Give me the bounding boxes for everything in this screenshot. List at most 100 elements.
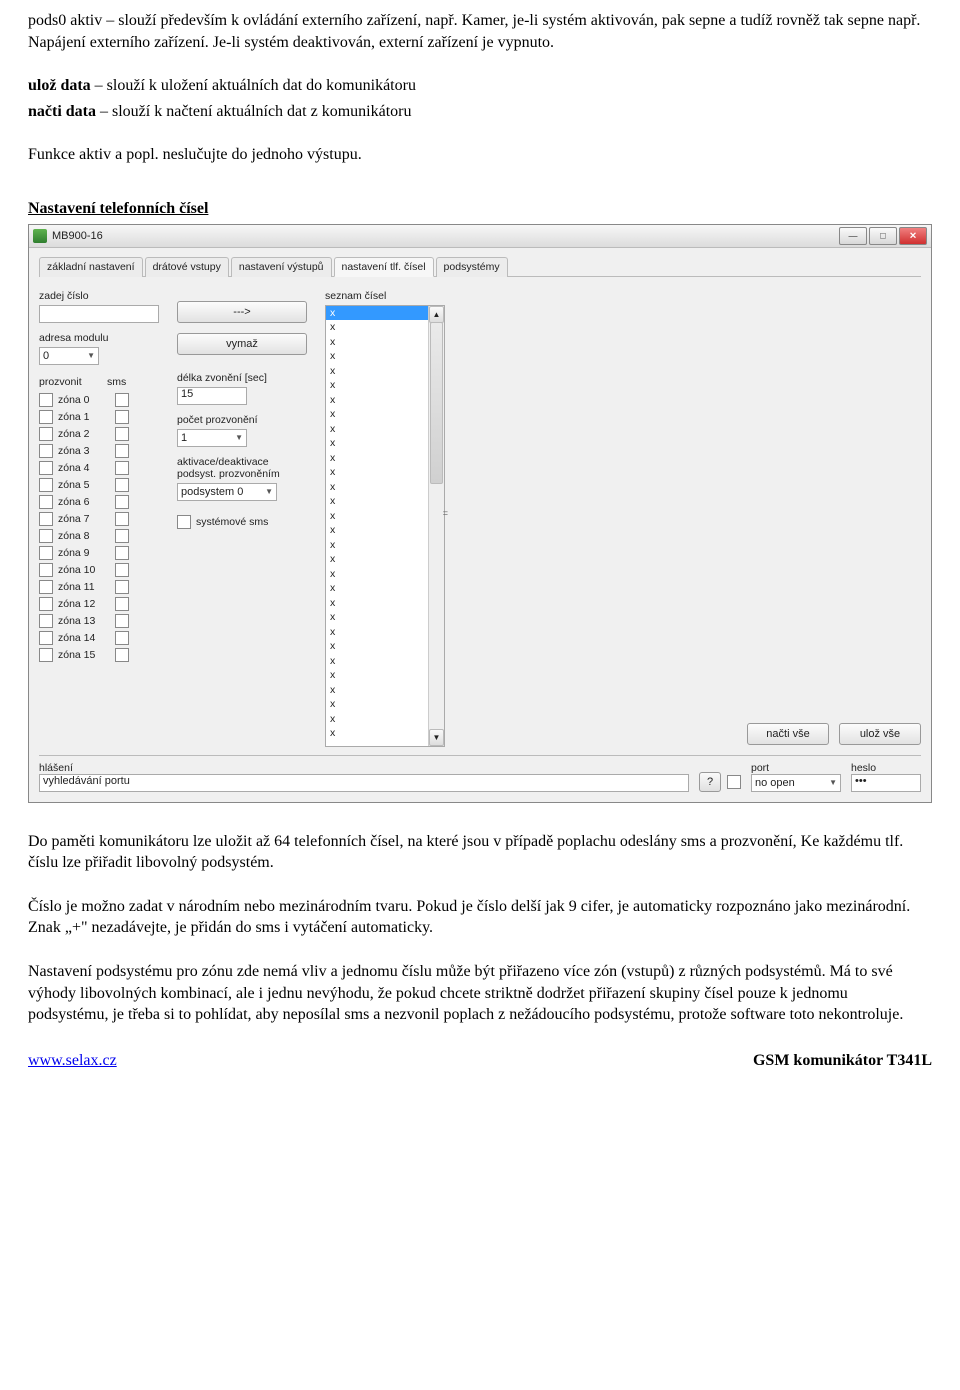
checkbox-sms[interactable]	[115, 495, 129, 509]
tab-tlf-cisel[interactable]: nastavení tlf. čísel	[334, 257, 434, 277]
list-item[interactable]: x	[326, 436, 444, 451]
footer-link-selax[interactable]: www.selax.cz	[28, 1052, 117, 1070]
checkbox-prozvonit[interactable]	[39, 393, 53, 407]
checkbox-prozvonit[interactable]	[39, 597, 53, 611]
zone-label: zóna 6	[58, 496, 110, 508]
checkbox-sms[interactable]	[115, 529, 129, 543]
scroll-up-button[interactable]: ▲	[429, 306, 444, 323]
zone-row: zóna 9	[39, 545, 159, 561]
checkbox-sms[interactable]	[115, 597, 129, 611]
add-number-button[interactable]: --->	[177, 301, 307, 323]
checkbox-sms[interactable]	[115, 427, 129, 441]
list-item[interactable]: x	[326, 712, 444, 727]
checkbox-sms[interactable]	[115, 546, 129, 560]
list-item[interactable]: x	[326, 451, 444, 466]
select-podsystem[interactable]: podsystem 0▼	[177, 483, 277, 501]
list-item[interactable]: x	[326, 683, 444, 698]
checkbox-sms[interactable]	[115, 444, 129, 458]
zone-row: zóna 8	[39, 528, 159, 544]
help-button[interactable]: ?	[699, 772, 721, 792]
list-item[interactable]: x	[326, 596, 444, 611]
minimize-button[interactable]: —	[839, 227, 867, 245]
checkbox-prozvonit[interactable]	[39, 478, 53, 492]
input-heslo[interactable]: •••	[851, 774, 921, 792]
checkbox-sms[interactable]	[115, 461, 129, 475]
list-item[interactable]: x	[326, 639, 444, 654]
checkbox-sms[interactable]	[115, 512, 129, 526]
zone-label: zóna 8	[58, 530, 110, 542]
select-adresa-modulu[interactable]: 0▼	[39, 347, 99, 365]
list-item[interactable]: x	[326, 523, 444, 538]
list-item[interactable]: x	[326, 581, 444, 596]
checkbox-sms[interactable]	[115, 614, 129, 628]
tab-podsystemy[interactable]: podsystémy	[436, 257, 508, 277]
checkbox-prozvonit[interactable]	[39, 410, 53, 424]
select-pocet-prozvoneni[interactable]: 1▼	[177, 429, 247, 447]
checkbox-prozvonit[interactable]	[39, 512, 53, 526]
list-item[interactable]: x	[326, 465, 444, 480]
checkbox-status[interactable]	[727, 775, 741, 789]
list-item[interactable]: x	[326, 407, 444, 422]
zone-label: zóna 7	[58, 513, 110, 525]
list-item[interactable]: x	[326, 306, 444, 321]
window-title: MB900-16	[52, 230, 103, 242]
checkbox-prozvonit[interactable]	[39, 563, 53, 577]
checkbox-sms[interactable]	[115, 563, 129, 577]
checkbox-prozvonit[interactable]	[39, 529, 53, 543]
checkbox-sms[interactable]	[115, 631, 129, 645]
uloz-vse-button[interactable]: ulož vše	[839, 723, 921, 745]
checkbox-prozvonit[interactable]	[39, 427, 53, 441]
list-item[interactable]: x	[326, 538, 444, 553]
checkbox-sms[interactable]	[115, 580, 129, 594]
scroll-thumb[interactable]	[430, 322, 443, 484]
close-button[interactable]: ✕	[899, 227, 927, 245]
input-zadej-cislo[interactable]	[39, 305, 159, 323]
checkbox-sms[interactable]	[115, 393, 129, 407]
select-port[interactable]: no open▼	[751, 774, 841, 792]
listbox-seznam-cisel[interactable]: xxxxxxxxxxxxxxxxxxxxxxxxxxxxxx	[325, 305, 445, 747]
list-item[interactable]: x	[326, 668, 444, 683]
checkbox-prozvonit[interactable]	[39, 580, 53, 594]
list-item[interactable]: x	[326, 726, 444, 741]
list-item[interactable]: x	[326, 509, 444, 524]
input-delka-zvoneni[interactable]: 15	[177, 387, 247, 405]
checkbox-prozvonit[interactable]	[39, 461, 53, 475]
list-item[interactable]: x	[326, 480, 444, 495]
list-item[interactable]: x	[326, 320, 444, 335]
checkbox-sms[interactable]	[115, 648, 129, 662]
tab-dratove[interactable]: drátové vstupy	[145, 257, 229, 277]
list-item[interactable]: x	[326, 393, 444, 408]
checkbox-systemove-sms[interactable]	[177, 515, 191, 529]
list-item[interactable]: x	[326, 335, 444, 350]
checkbox-sms[interactable]	[115, 478, 129, 492]
checkbox-prozvonit[interactable]	[39, 495, 53, 509]
checkbox-prozvonit[interactable]	[39, 614, 53, 628]
checkbox-sms[interactable]	[115, 410, 129, 424]
checkbox-prozvonit[interactable]	[39, 648, 53, 662]
checkbox-prozvonit[interactable]	[39, 546, 53, 560]
tab-vystupy[interactable]: nastavení výstupů	[231, 257, 332, 277]
zone-label: zóna 15	[58, 649, 110, 661]
list-item[interactable]: x	[326, 364, 444, 379]
checkbox-prozvonit[interactable]	[39, 444, 53, 458]
list-item[interactable]: x	[326, 378, 444, 393]
list-item[interactable]: x	[326, 610, 444, 625]
list-item[interactable]: x	[326, 494, 444, 509]
scroll-down-button[interactable]: ▼	[429, 729, 444, 746]
list-item[interactable]: x	[326, 422, 444, 437]
checkbox-prozvonit[interactable]	[39, 631, 53, 645]
list-item[interactable]: x	[326, 654, 444, 669]
list-item[interactable]: x	[326, 349, 444, 364]
zone-label: zóna 3	[58, 445, 110, 457]
list-item[interactable]: x	[326, 552, 444, 567]
delete-button[interactable]: vymaž	[177, 333, 307, 355]
list-item[interactable]: x	[326, 697, 444, 712]
scrollbar[interactable]: ▲ ▼	[428, 306, 444, 746]
maximize-button[interactable]: □	[869, 227, 897, 245]
input-hlaseni[interactable]: vyhledávání portu	[39, 774, 689, 792]
list-item[interactable]: x	[326, 625, 444, 640]
nacti-vse-button[interactable]: načti vše	[747, 723, 829, 745]
zone-row: zóna 14	[39, 630, 159, 646]
tab-zakladni[interactable]: základní nastavení	[39, 257, 143, 277]
list-item[interactable]: x	[326, 567, 444, 582]
